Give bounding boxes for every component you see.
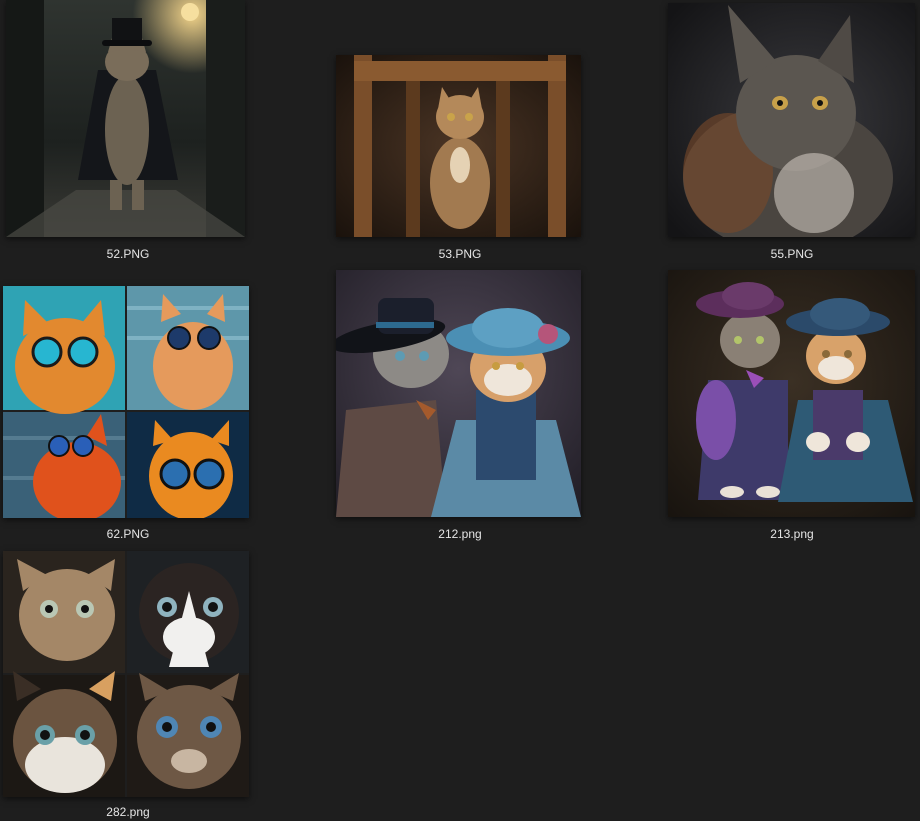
file-grid: 52.PNG 53.PNG 55.PNG 62.PNG 212.png 213.… [0,0,920,821]
thumbnail-52 [6,0,245,237]
thumbnail-62 [3,286,249,518]
thumbnail-53 [336,55,581,237]
file-label: 55.PNG [770,247,814,261]
file-label: 213.png [770,527,814,541]
file-item-282[interactable]: 282.png [0,548,256,821]
file-item-55[interactable]: 55.PNG [664,0,920,266]
thumbnail-282 [3,551,249,797]
file-label: 52.PNG [106,247,150,261]
file-label: 282.png [106,805,150,819]
file-item-212[interactable]: 212.png [330,266,590,548]
file-item-53[interactable]: 53.PNG [330,0,590,266]
file-label: 53.PNG [438,247,482,261]
thumbnail-55 [668,3,915,237]
file-item-52[interactable]: 52.PNG [0,0,256,266]
file-label: 62.PNG [106,527,150,541]
thumbnail-213 [668,270,915,517]
thumbnail-212 [336,270,581,517]
file-item-62[interactable]: 62.PNG [0,282,256,548]
file-label: 212.png [438,527,482,541]
file-item-213[interactable]: 213.png [664,266,920,548]
